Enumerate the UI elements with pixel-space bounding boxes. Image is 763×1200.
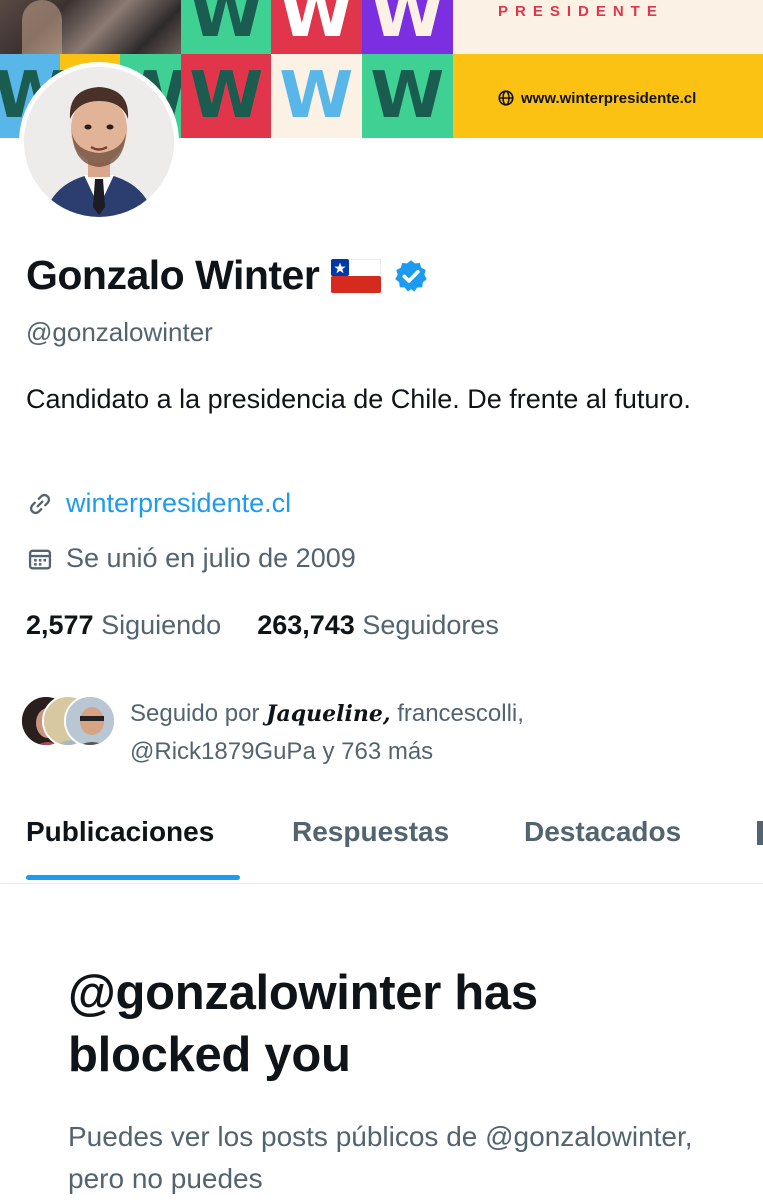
banner-photo	[0, 0, 181, 54]
banner-w-tile: W	[362, 0, 453, 54]
profile-tabs: Publicaciones Respuestas Destacados	[0, 812, 763, 884]
followers-count: 263,743	[257, 610, 355, 640]
followed-by-row[interactable]: Seguido por Jaqueline, francescolli, @Ri…	[20, 695, 524, 765]
banner-website-text: www.winterpresidente.cl	[521, 89, 697, 107]
banner-w-tile: W	[181, 54, 271, 138]
avatar-photo	[24, 67, 174, 217]
followers-link[interactable]: 263,743 Seguidores	[257, 610, 499, 641]
profile-avatar[interactable]	[19, 62, 179, 222]
profile-website-link[interactable]: winterpresidente.cl	[66, 488, 291, 519]
display-name: Gonzalo Winter	[26, 252, 320, 298]
blocked-description: Puedes ver los posts públicos de @gonzal…	[68, 1121, 693, 1194]
banner-w-tile: W	[181, 0, 271, 54]
profile-join-date: Se unió en julio de 2009	[66, 543, 356, 573]
follower-avatar	[64, 695, 116, 747]
blocked-title: @gonzalowinter has blocked you	[68, 966, 538, 1082]
tab-publicaciones[interactable]: Publicaciones	[26, 816, 214, 848]
person-portrait-icon	[24, 67, 174, 217]
follower-name-script: Jaqueline,	[266, 701, 391, 727]
profile-bio: Candidato a la presidencia de Chile. De …	[26, 384, 691, 414]
following-link[interactable]: 2,577 Siguiendo	[26, 610, 221, 641]
followers-label: Seguidores	[362, 610, 499, 640]
globe-icon	[498, 90, 514, 106]
banner-presidente-text: PRESIDENTE	[498, 3, 664, 20]
following-label: Siguiendo	[101, 610, 222, 640]
banner-w-tile: W	[271, 0, 362, 54]
profile-handle: @gonzalowinter	[26, 317, 213, 347]
link-icon	[29, 493, 51, 514]
tab-overflow-partial[interactable]	[757, 816, 763, 846]
profile-name-row: Gonzalo Winter	[26, 252, 429, 299]
calendar-icon	[28, 549, 52, 569]
banner-w-tile: W	[271, 54, 362, 138]
followed-by-text: Seguido por Jaqueline, francescolli, @Ri…	[130, 700, 524, 765]
profile-join-date-row: Se unió en julio de 2009	[26, 543, 356, 574]
banner-w-tile: W	[362, 54, 453, 138]
profile-website-row[interactable]: winterpresidente.cl	[26, 488, 291, 519]
active-tab-indicator	[26, 875, 240, 880]
chile-flag-icon	[331, 258, 382, 293]
follow-stats: 2,577 Siguiendo 263,743 Seguidores	[26, 610, 499, 641]
banner-website: www.winterpresidente.cl	[497, 89, 696, 107]
tab-destacados[interactable]: Destacados	[524, 816, 681, 848]
following-count: 2,577	[26, 610, 94, 640]
verified-badge-icon[interactable]	[393, 258, 429, 294]
tab-respuestas[interactable]: Respuestas	[292, 816, 449, 848]
